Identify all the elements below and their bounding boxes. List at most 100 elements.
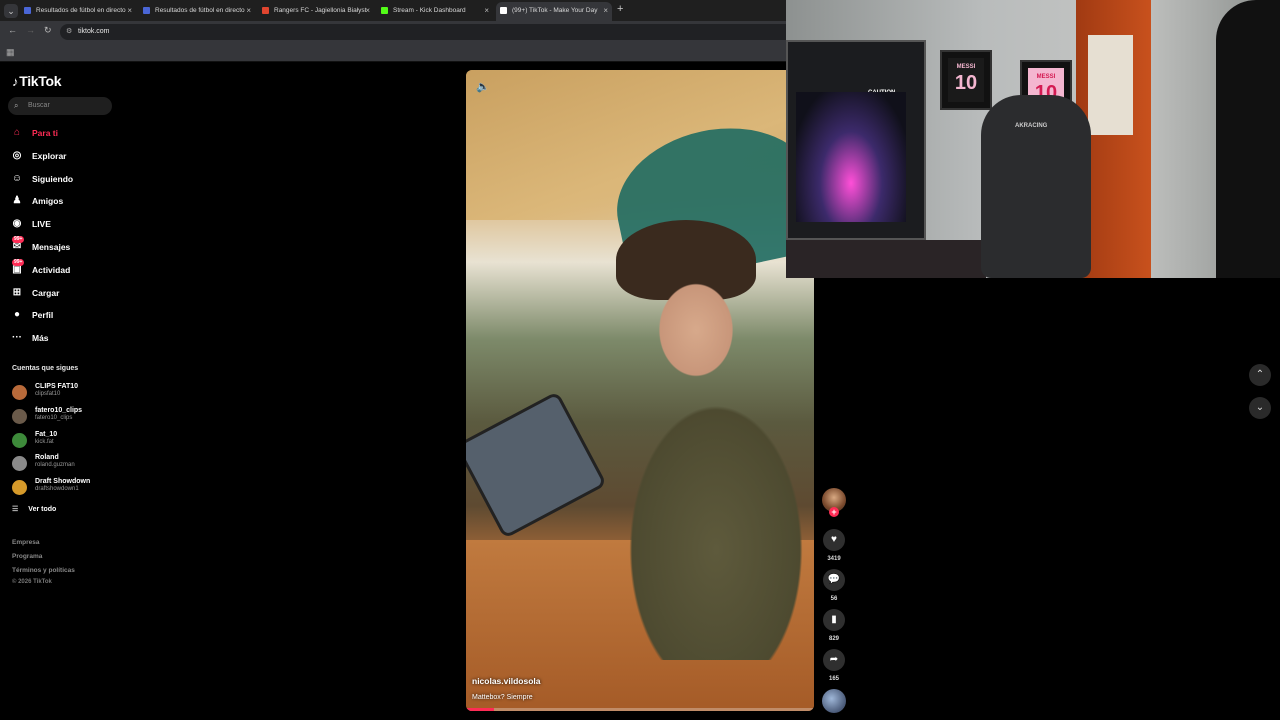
browser-tab[interactable]: Rangers FC - Jagiellonia Białyst × xyxy=(258,2,374,21)
messi-frame-1: MESSI 10 xyxy=(940,50,992,110)
friends-icon: ♟ xyxy=(12,195,22,207)
back-icon[interactable]: ← xyxy=(8,25,17,35)
video-player[interactable]: 🔈 nicolas.vildosola Mattebox? Siempre xyxy=(466,70,814,711)
tab-title: Resultados de fútbol en directo xyxy=(155,7,245,14)
account-name: CLIPS FAT10 xyxy=(35,383,79,390)
footer-link-programa[interactable]: Programa xyxy=(12,553,42,560)
like-button[interactable]: ♥ xyxy=(823,529,845,551)
account-name: Fat_10 xyxy=(35,430,58,438)
tab-close-icon[interactable]: × xyxy=(246,2,251,19)
account-handle: kick.fat xyxy=(35,438,54,445)
copyright: © 2026 TikTok xyxy=(12,579,52,585)
nav-label: Mensajes xyxy=(32,242,71,252)
followed-account[interactable]: Roland roland.guzman xyxy=(12,453,122,473)
logo-text: TikTok xyxy=(19,73,62,89)
tab-close-icon[interactable]: × xyxy=(365,2,370,19)
forward-icon[interactable]: → xyxy=(26,25,35,35)
nav-item-home[interactable]: ⌂ Para ti xyxy=(10,125,120,141)
save-button[interactable]: ▮ xyxy=(823,609,845,631)
notification-badge: 99+ xyxy=(12,236,25,243)
tiktok-logo[interactable]: ♪TikTok xyxy=(12,73,62,89)
nav-label: Para ti xyxy=(32,128,58,138)
see-all-label: Ver todo xyxy=(28,506,57,513)
video-frame-person xyxy=(576,230,814,660)
avatar xyxy=(12,385,27,400)
search-input[interactable]: ⌕ Buscar xyxy=(8,97,112,115)
next-video-button[interactable]: ⌄ xyxy=(1249,397,1271,419)
browser-tab[interactable]: Stream - Kick Dashboard × xyxy=(377,2,493,21)
chair-brand: AKRACING xyxy=(1015,123,1048,129)
nav-item-activity[interactable]: ▣ 99+ Actividad xyxy=(10,258,120,278)
tab-search-button[interactable]: ⌄ xyxy=(4,4,18,18)
nav-item-profile[interactable]: ● Perfil xyxy=(10,307,120,323)
share-button[interactable]: ➦ xyxy=(823,649,845,671)
footer-link-empresa[interactable]: Empresa xyxy=(12,539,39,546)
video-progress-bar[interactable] xyxy=(466,708,814,711)
avatar xyxy=(12,432,27,448)
nav-item-friends[interactable]: ♟ Amigos xyxy=(10,193,120,209)
nav-item-following[interactable]: ☺ Siguiendo xyxy=(10,171,120,187)
account-handle: draftshowdown1 xyxy=(35,486,79,493)
sidebar: ♪TikTok ⌕ Buscar ⌂ Para ti ◎ Explorar ☺ Sigui… xyxy=(0,62,130,720)
new-tab-button[interactable]: + xyxy=(617,3,623,15)
save-count: 829 xyxy=(828,636,839,642)
webcam-streamer xyxy=(1216,0,1280,278)
tab-favicon-icon xyxy=(143,7,150,14)
webcam-overlay: CAUTION MESSI 10 MESSI 10 AKRACING xyxy=(786,0,1280,278)
frame2-name: MESSI xyxy=(1036,74,1056,80)
compass-icon: ◎ xyxy=(12,149,22,161)
music-disc[interactable] xyxy=(822,689,846,713)
comment-button[interactable]: 💬 xyxy=(823,569,845,591)
follow-plus-icon[interactable]: + xyxy=(829,507,839,517)
followed-account[interactable]: CLIPS FAT10 clipsfat10 xyxy=(12,382,122,402)
action-rail: + ♥ 3419 💬 56 ▮ 829 ➦ 165 xyxy=(822,488,846,713)
tab-favicon-icon xyxy=(262,7,269,14)
tab-title: Rangers FC - Jagiellonia Białyst xyxy=(274,7,367,14)
nav-item-live[interactable]: ◉ LIVE xyxy=(10,216,120,232)
following-section-title: Cuentas que sigues xyxy=(12,365,79,372)
url-text: tiktok.com xyxy=(78,28,110,35)
browser-tab[interactable]: Resultados de fútbol en directo × xyxy=(139,2,255,21)
like-count: 3419 xyxy=(827,556,841,562)
browser-toolbar: ← → ↻ ⚙ tiktok.com xyxy=(0,21,786,43)
search-icon: ⌕ xyxy=(14,101,19,110)
volume-icon[interactable]: 🔈 xyxy=(476,80,490,93)
reload-icon[interactable]: ↻ xyxy=(44,25,52,36)
apps-icon[interactable]: ▦ xyxy=(6,47,15,58)
bookmark-icon: ▮ xyxy=(831,614,837,625)
browser-tab[interactable]: (99+) TikTok - Make Your Day × xyxy=(496,2,612,21)
footer-link-terms[interactable]: Términos y políticas xyxy=(12,567,75,574)
nav-item-upload[interactable]: ⊞ Cargar xyxy=(10,285,120,301)
see-all-link[interactable]: ☰ Ver todo xyxy=(12,505,56,513)
gaming-chair: AKRACING xyxy=(981,95,1091,278)
followed-account[interactable]: Draft Showdown draftshowdown1 xyxy=(12,477,122,497)
nav-label: Actividad xyxy=(32,264,71,275)
bookmarks-bar: ▦ xyxy=(0,43,786,62)
avatar xyxy=(12,456,27,472)
nav-item-more[interactable]: ··· Más xyxy=(10,330,120,346)
account-handle: clipsfat10 xyxy=(35,391,61,397)
site-info-icon[interactable]: ⚙ xyxy=(66,24,72,40)
tiktok-note-icon: ♪ xyxy=(12,74,19,89)
account-name: Draft Showdown xyxy=(35,478,91,486)
frame1-number: 10 xyxy=(954,72,978,94)
followed-account[interactable]: Fat_10 kick.fat xyxy=(12,430,122,450)
tab-close-icon[interactable]: × xyxy=(127,2,132,19)
nav-label: Explorar xyxy=(32,150,67,161)
webcam-pc-case: CAUTION xyxy=(786,40,926,240)
comment-icon: 💬 xyxy=(827,574,841,585)
profile-icon: ● xyxy=(13,309,21,321)
previous-video-button[interactable]: ⌃ xyxy=(1249,364,1271,386)
address-bar[interactable]: ⚙ tiktok.com xyxy=(60,24,786,40)
nav-item-messages[interactable]: ✉ 99+ Mensajes xyxy=(10,236,120,255)
video-author[interactable]: nicolas.vildosola xyxy=(472,676,541,686)
tab-close-icon[interactable]: × xyxy=(603,2,608,19)
search-placeholder: Buscar xyxy=(28,102,50,109)
nav-label: Amigos xyxy=(32,196,64,207)
comment-count: 56 xyxy=(830,596,838,602)
tab-close-icon[interactable]: × xyxy=(484,2,489,19)
home-icon: ⌂ xyxy=(13,127,21,138)
nav-item-compass[interactable]: ◎ Explorar xyxy=(10,148,120,164)
followed-account[interactable]: fatero10_clips fatero10_clips xyxy=(12,406,122,426)
browser-tab[interactable]: Resultados de fútbol en directo × xyxy=(20,2,136,21)
